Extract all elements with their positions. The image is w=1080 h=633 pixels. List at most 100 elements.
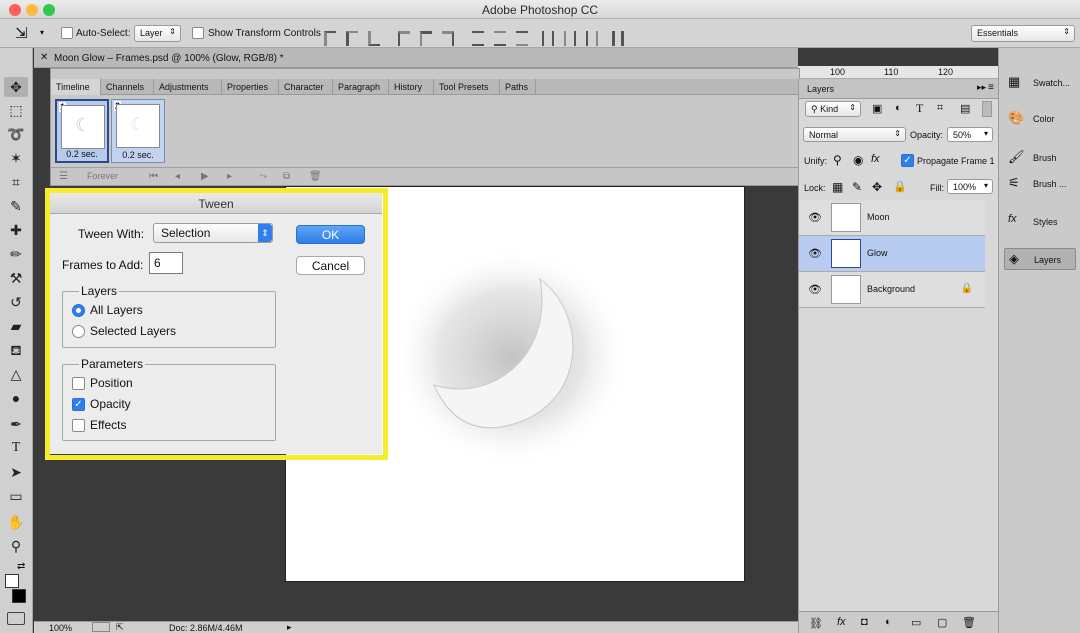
lock-pixels-icon[interactable]: ✎	[852, 180, 862, 194]
auto-select-dropdown[interactable]: Layer ⇕	[134, 25, 181, 42]
crop-tool-icon[interactable]: ⌗	[4, 172, 28, 192]
foreground-color-swatch[interactable]	[5, 574, 19, 588]
align-left-icon[interactable]	[398, 31, 410, 46]
path-selection-icon[interactable]: ➤	[4, 462, 28, 482]
eyedropper-tool-icon[interactable]: ✎	[4, 196, 28, 216]
opacity-field[interactable]: 50% ▾	[947, 127, 993, 142]
visibility-eye-icon[interactable]: 👁	[808, 247, 822, 260]
cancel-button[interactable]: Cancel	[296, 256, 365, 275]
smart-object-filter-icon[interactable]: ▤	[960, 102, 970, 115]
tween-icon[interactable]: ⤳	[259, 171, 267, 182]
visibility-eye-icon[interactable]: 👁	[808, 211, 822, 224]
align-bottom-icon[interactable]	[368, 31, 380, 46]
position-checkbox[interactable]	[72, 377, 85, 390]
tab-timeline[interactable]: Timeline	[51, 79, 101, 95]
effects-checkbox[interactable]	[72, 419, 85, 432]
distribute-left-icon[interactable]	[542, 31, 554, 46]
frame-duration[interactable]: 0.2 sec.	[57, 149, 107, 159]
link-layers-icon[interactable]: ⛓	[809, 617, 823, 630]
background-color-swatch[interactable]	[12, 589, 26, 603]
loop-options[interactable]: Forever	[87, 171, 118, 181]
timeline-frame[interactable]: 1 ☾ 0.2 sec.	[55, 99, 109, 163]
add-mask-icon[interactable]: ◘	[861, 616, 868, 628]
distribute-right-icon[interactable]	[586, 31, 598, 46]
adjustment-filter-icon[interactable]: ◐	[895, 102, 902, 114]
dock-swatches[interactable]: ▦ Swatch...	[1004, 72, 1076, 94]
layer-row-moon[interactable]: 👁 Moon	[799, 200, 985, 236]
paint-bucket-icon[interactable]: ⛾	[4, 340, 28, 360]
marquee-tool-icon[interactable]: ⬚	[4, 100, 28, 120]
dock-styles[interactable]: fx Styles	[1004, 211, 1076, 233]
panel-collapse-icon[interactable]: ▸▸	[977, 82, 986, 93]
lock-position-icon[interactable]: ✥	[872, 180, 882, 194]
status-icon[interactable]	[92, 622, 110, 632]
show-transform-checkbox[interactable]	[192, 27, 204, 39]
dock-brush-presets[interactable]: ⚟ Brush ...	[1004, 173, 1076, 195]
tab-paths[interactable]: Paths	[500, 79, 536, 95]
workspace-dropdown[interactable]: Essentials ⇕	[971, 25, 1075, 42]
image-filter-icon[interactable]: ▣	[872, 102, 882, 115]
auto-select-checkbox[interactable]	[61, 27, 73, 39]
healing-brush-icon[interactable]: ✚	[4, 220, 28, 240]
previous-frame-icon[interactable]: ◂	[175, 171, 180, 182]
share-icon[interactable]: ⇱	[116, 622, 124, 633]
opacity-checkbox[interactable]: ✓	[72, 398, 85, 411]
frame-duration[interactable]: 0.2 sec.	[112, 150, 164, 160]
filter-toggle[interactable]	[982, 101, 992, 117]
tween-with-dropdown[interactable]: Selection ⇕	[153, 223, 273, 243]
visibility-eye-icon[interactable]: 👁	[808, 283, 822, 296]
tab-character[interactable]: Character	[279, 79, 333, 95]
tab-history[interactable]: History	[389, 79, 434, 95]
new-layer-icon[interactable]: ▢	[937, 616, 947, 629]
duplicate-frame-icon[interactable]: ⧉	[283, 171, 290, 182]
tab-paragraph[interactable]: Paragraph	[333, 79, 389, 95]
blur-tool-icon[interactable]: △	[4, 364, 28, 384]
fill-field[interactable]: 100% ▾	[947, 179, 993, 194]
eraser-tool-icon[interactable]: ▰	[4, 316, 28, 336]
zoom-level[interactable]: 100%	[49, 623, 72, 633]
distribute-hcenter-icon[interactable]	[564, 31, 576, 46]
distribute-top-icon[interactable]	[472, 31, 484, 46]
layer-row-background[interactable]: 👁 Background 🔒	[799, 272, 985, 308]
tab-tool-presets[interactable]: Tool Presets	[434, 79, 500, 95]
zoom-tool-icon[interactable]: ⚲	[4, 536, 28, 556]
timeline-frame[interactable]: 2 ☾ 0.2 sec.	[111, 99, 165, 163]
delete-frame-icon[interactable]: 🗑	[309, 171, 322, 182]
add-layer-style-icon[interactable]: fx	[837, 616, 846, 628]
unify-visibility-icon[interactable]: ◉	[853, 153, 863, 167]
kind-filter-dropdown[interactable]: ⚲ Kind ⇕	[805, 101, 861, 117]
magic-wand-icon[interactable]: ✶	[4, 148, 28, 168]
quick-mask-icon[interactable]	[7, 612, 25, 625]
lock-transparency-icon[interactable]: ▦	[832, 180, 843, 194]
auto-align-icon[interactable]	[612, 31, 624, 46]
tab-properties[interactable]: Properties	[222, 79, 279, 95]
lock-all-icon[interactable]: 🔒	[893, 180, 907, 193]
layers-tab[interactable]: Layers	[807, 84, 834, 94]
play-icon[interactable]: ▶	[201, 171, 209, 182]
history-brush-icon[interactable]: ↺	[4, 292, 28, 312]
rectangle-tool-icon[interactable]: ▭	[4, 486, 28, 506]
type-filter-icon[interactable]: T	[916, 101, 923, 116]
selected-layers-radio[interactable]	[72, 325, 85, 338]
tab-adjustments[interactable]: Adjustments	[154, 79, 222, 95]
status-menu-arrow-icon[interactable]: ▸	[287, 622, 292, 633]
align-vcenter-icon[interactable]	[346, 31, 358, 46]
swap-colors-icon[interactable]: ⇄	[17, 561, 25, 572]
move-tool-icon[interactable]: ⇲	[15, 24, 28, 42]
distribute-vcenter-icon[interactable]	[494, 31, 506, 46]
all-layers-radio[interactable]	[72, 304, 85, 317]
move-tool-icon[interactable]: ✥	[4, 77, 28, 97]
first-frame-icon[interactable]: ⏮	[149, 171, 158, 182]
align-right-icon[interactable]	[442, 31, 454, 46]
convert-timeline-icon[interactable]: ☰	[59, 171, 68, 182]
dodge-tool-icon[interactable]: ●	[4, 388, 28, 408]
frames-to-add-input[interactable]: 6	[149, 252, 183, 274]
blend-mode-dropdown[interactable]: Normal ⇕	[803, 127, 906, 142]
layer-row-glow[interactable]: 👁 Glow	[799, 236, 985, 272]
delete-layer-icon[interactable]: 🗑	[962, 616, 976, 629]
adjustment-layer-icon[interactable]: ◐	[885, 616, 892, 628]
unify-position-icon[interactable]: ⚲	[833, 153, 842, 167]
panel-menu-icon[interactable]: ≡	[988, 82, 994, 93]
ok-button[interactable]: OK	[296, 225, 365, 244]
lasso-tool-icon[interactable]: ➰	[4, 124, 28, 144]
